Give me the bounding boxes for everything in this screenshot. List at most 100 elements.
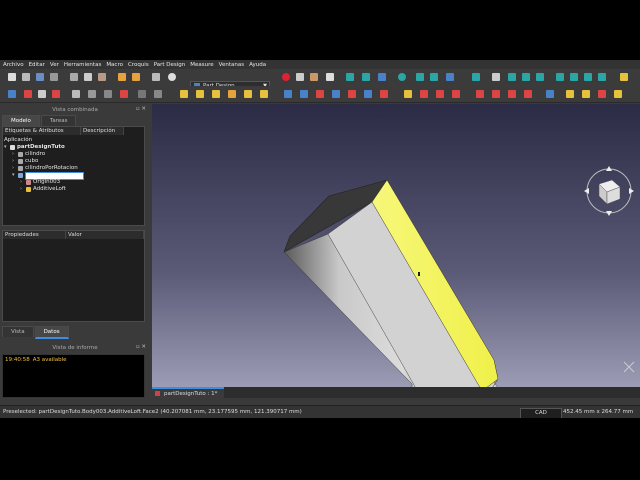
fillet-icon[interactable] — [476, 90, 484, 98]
menu-herramientas[interactable]: Herramientas — [64, 62, 101, 68]
paste-icon[interactable] — [98, 73, 106, 81]
clone-icon[interactable] — [154, 90, 162, 98]
menu-editar[interactable]: Editar — [29, 62, 45, 68]
menu-macro[interactable]: Macro — [106, 62, 123, 68]
revolution-icon[interactable] — [196, 90, 204, 98]
menu-ver[interactable]: Ver — [50, 62, 59, 68]
tree-header-description[interactable]: Descripción — [81, 127, 124, 135]
polar-pattern-icon[interactable] — [436, 90, 444, 98]
panel-float-close-icon[interactable]: ▫ ✕ — [136, 344, 146, 350]
cut-icon[interactable] — [70, 73, 78, 81]
view-isometric-icon[interactable] — [492, 73, 500, 81]
draw-style-icon[interactable] — [378, 73, 386, 81]
loft-solid[interactable] — [152, 104, 640, 387]
subtractive-helix-icon[interactable] — [364, 90, 372, 98]
menu-measure[interactable]: Measure — [190, 62, 213, 68]
3d-viewport[interactable] — [152, 104, 640, 387]
execute-macro-icon[interactable] — [326, 73, 334, 81]
open-file-icon[interactable] — [22, 73, 30, 81]
point-icon[interactable] — [72, 90, 80, 98]
menu-ayuda[interactable]: Ayuda — [249, 62, 266, 68]
line-icon[interactable] — [88, 90, 96, 98]
refresh-icon[interactable] — [152, 73, 160, 81]
view-front-icon[interactable] — [508, 73, 516, 81]
shape-binder-icon[interactable] — [138, 90, 146, 98]
involute-gear-icon[interactable] — [582, 90, 590, 98]
menu-ventanas[interactable]: Ventanas — [219, 62, 244, 68]
view-top-icon[interactable] — [522, 73, 530, 81]
sprocket-icon[interactable] — [566, 90, 574, 98]
boolean-icon[interactable] — [546, 90, 554, 98]
shaft-wizard-icon[interactable] — [598, 90, 606, 98]
panel-float-close-icon[interactable]: ▫ ✕ — [136, 106, 146, 112]
tree-item-cilindro[interactable]: › cilindro — [12, 151, 45, 158]
subtractive-loft-icon[interactable] — [332, 90, 340, 98]
link-icon[interactable] — [446, 73, 454, 81]
view-left-icon[interactable] — [584, 73, 592, 81]
forward-icon[interactable] — [430, 73, 438, 81]
draft-icon[interactable] — [508, 90, 516, 98]
mirrored-icon[interactable] — [404, 90, 412, 98]
undo-icon[interactable] — [118, 73, 126, 81]
measure-distance-icon[interactable] — [614, 90, 622, 98]
props-header-value[interactable]: Valor — [66, 231, 144, 239]
zoom-icon[interactable] — [472, 73, 480, 81]
sync-view-icon[interactable] — [398, 73, 406, 81]
thickness-icon[interactable] — [524, 90, 532, 98]
plane-icon[interactable] — [104, 90, 112, 98]
menu-part-design[interactable]: Part Design — [154, 62, 186, 68]
tree-item-additive-loft[interactable]: › AdditiveLoft — [20, 186, 66, 193]
combo-view-title: Vista combinada ▫ ✕ — [52, 106, 146, 113]
print-icon[interactable] — [50, 73, 58, 81]
tree-item-cubo[interactable]: › cubo — [12, 158, 38, 165]
hole-icon[interactable] — [300, 90, 308, 98]
fit-all-icon[interactable] — [346, 73, 354, 81]
multi-transform-icon[interactable] — [452, 90, 460, 98]
new-file-icon[interactable] — [8, 73, 16, 81]
redo-icon[interactable] — [132, 73, 140, 81]
pipe-icon[interactable] — [228, 90, 236, 98]
props-header-property[interactable]: Propiedades — [3, 231, 66, 239]
navigation-cube[interactable] — [582, 164, 636, 218]
validate-sketch-icon[interactable] — [38, 90, 46, 98]
back-icon[interactable] — [416, 73, 424, 81]
map-sketch-icon[interactable] — [52, 90, 60, 98]
create-sketch-icon[interactable] — [24, 90, 32, 98]
tree-item-body-rename[interactable]: ▾ — [12, 171, 84, 180]
stop-macro-icon[interactable] — [296, 73, 304, 81]
tree-header-labels[interactable]: Etiquetas & Atributos — [3, 127, 81, 135]
subtractive-pipe-icon[interactable] — [348, 90, 356, 98]
view-rear-icon[interactable] — [556, 73, 564, 81]
chamfer-icon[interactable] — [492, 90, 500, 98]
menu-archivo[interactable]: Archivo — [3, 62, 24, 68]
document-tab[interactable]: partDesignTuto : 1* — [152, 387, 224, 398]
fit-selection-icon[interactable] — [362, 73, 370, 81]
pad-icon[interactable] — [180, 90, 188, 98]
view-right-icon[interactable] — [536, 73, 544, 81]
tree-item-document[interactable]: ▾ partDesignTuto — [4, 144, 65, 151]
menu-croquis[interactable]: Croquis — [128, 62, 149, 68]
view-bottom-icon[interactable] — [570, 73, 578, 81]
record-macro-icon[interactable] — [282, 73, 290, 81]
tab-vista[interactable]: Vista — [2, 326, 34, 337]
helix-icon[interactable] — [244, 90, 252, 98]
whats-this-icon[interactable] — [168, 73, 176, 81]
linear-pattern-icon[interactable] — [420, 90, 428, 98]
save-icon[interactable] — [36, 73, 44, 81]
pocket-icon[interactable] — [284, 90, 292, 98]
subtractive-primitive-icon[interactable] — [380, 90, 388, 98]
measure-icon[interactable] — [598, 73, 606, 81]
additive-primitive-icon[interactable] — [260, 90, 268, 98]
macros-icon[interactable] — [310, 73, 318, 81]
tab-tareas[interactable]: Tareas — [40, 115, 77, 126]
property-view: Propiedades Valor — [2, 230, 145, 322]
loft-icon[interactable] — [212, 90, 220, 98]
copy-icon[interactable] — [84, 73, 92, 81]
tree-item-origin[interactable]: › Origin003 — [20, 179, 60, 186]
tab-datos[interactable]: Datos — [34, 326, 69, 339]
create-body-icon[interactable] — [8, 90, 16, 98]
navigation-style-button[interactable]: CAD — [520, 408, 562, 418]
part-icon[interactable] — [620, 73, 628, 81]
groove-icon[interactable] — [316, 90, 324, 98]
coordinate-system-icon[interactable] — [120, 90, 128, 98]
